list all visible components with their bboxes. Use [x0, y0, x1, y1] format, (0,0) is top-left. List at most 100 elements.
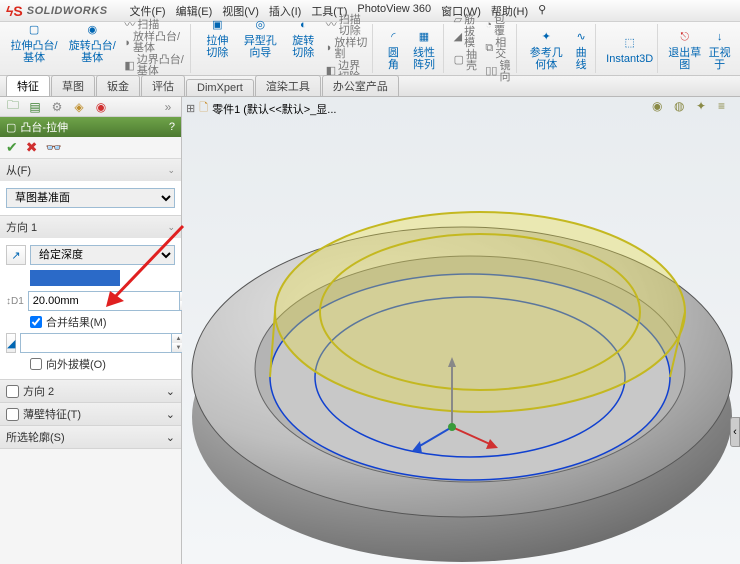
- graphics-viewport[interactable]: ⊞ 🗋 零件1 (默认<<默认>_显... ◉ ◍ ✦ ≡: [182, 97, 740, 564]
- draft-icon[interactable]: ◢: [6, 333, 16, 353]
- fillet-label: 圆角: [383, 47, 403, 71]
- section-contours-label: 所选轮廓(S): [6, 429, 65, 445]
- exit-sketch-label: 退出草图: [668, 47, 701, 71]
- revolve-cut-icon: ◐: [293, 15, 313, 35]
- decal-icon[interactable]: ✦: [696, 99, 712, 115]
- scene-icon[interactable]: ◍: [674, 99, 690, 115]
- section-from: 从(F) ⌄ 草图基准面: [0, 159, 181, 216]
- hole-icon: ◎: [250, 15, 270, 35]
- revolve-cut-label: 旋转切除: [287, 35, 320, 59]
- viewport-tools: ◉ ◍ ✦ ≡: [652, 99, 734, 115]
- tab-display-mgr[interactable]: ◉: [92, 99, 110, 115]
- dir2-checkbox[interactable]: [6, 385, 19, 398]
- property-manager: 🗀 ▤ ⚙ ◈ ◉ » ▢ 凸台-拉伸 ? ✔ ✖ 👓 从(F) ⌄: [0, 97, 182, 564]
- tab-dimxpert[interactable]: DimXpert: [186, 79, 254, 96]
- instant3d-label: Instant3D: [606, 53, 653, 65]
- tab-overflow[interactable]: »: [159, 99, 177, 115]
- section-selected-contours[interactable]: 所选轮廓(S) ⌄: [0, 426, 181, 449]
- more-icon[interactable]: ≡: [718, 99, 734, 115]
- tool-group-feat: ◜ 圆角 ▦ 线性阵列: [379, 24, 443, 73]
- help-icon[interactable]: ?: [169, 121, 175, 133]
- command-tabs: 特征 草图 钣金 评估 DimXpert 渲染工具 办公室产品: [0, 76, 740, 97]
- extrude-feature-icon: ▢: [6, 121, 16, 134]
- pattern-label: 线性阵列: [409, 47, 438, 71]
- draft-outward-label: 向外拔模(O): [46, 356, 106, 372]
- tool-group-i3d: ⬚ Instant3D: [602, 24, 658, 73]
- extrude-cut-button[interactable]: ▣ 拉伸切除: [201, 15, 234, 83]
- document-name[interactable]: 零件1 (默认<<默认>_显...: [212, 101, 336, 117]
- sweep-button[interactable]: 〰扫描: [124, 20, 186, 31]
- revolve-cut-button[interactable]: ◐ 旋转切除: [287, 15, 320, 83]
- app-name: SOLIDWORKS: [27, 5, 108, 17]
- section-from-label: 从(F): [6, 162, 31, 178]
- tab-sheetmetal[interactable]: 钣金: [96, 75, 140, 96]
- workspace: 🗀 ▤ ⚙ ◈ ◉ » ▢ 凸台-拉伸 ? ✔ ✖ 👓 从(F) ⌄: [0, 97, 740, 564]
- titlebar: ϟS SOLIDWORKS 文件(F) 编辑(E) 视图(V) 插入(I) 工具…: [0, 0, 740, 22]
- depth-icon: ↕D1: [6, 291, 24, 311]
- loft-cut-button[interactable]: ◗放样切割: [326, 38, 369, 60]
- merge-result-checkbox[interactable]: 合并结果(M): [30, 314, 107, 330]
- normal-to-button[interactable]: ↓ 正视于: [707, 27, 732, 71]
- instant3d-button[interactable]: ⬚ Instant3D: [606, 33, 653, 65]
- exit-sketch-button[interactable]: ⎋ 退出草图: [668, 27, 701, 71]
- extrude-boss-button[interactable]: ▢ 拉伸凸台/基体: [8, 20, 60, 77]
- refgeom-button[interactable]: ✦ 参考几何体: [527, 27, 565, 71]
- tab-features[interactable]: 特征: [6, 75, 50, 96]
- section-dir2-label: 方向 2: [23, 383, 54, 399]
- refgeom-label: 参考几何体: [527, 47, 565, 71]
- pattern-button[interactable]: ▦ 线性阵列: [409, 27, 438, 71]
- model-canvas[interactable]: [182, 127, 740, 564]
- sweep-cut-button[interactable]: 〰扫描切除: [326, 15, 369, 37]
- tab-sketch[interactable]: 草图: [51, 75, 95, 96]
- intersect-button[interactable]: ⧉相交: [485, 38, 512, 60]
- section-direction1: 方向 1 ⌄ ↗ 给定深度 ↕D1 ▲▼: [0, 216, 181, 380]
- fillet-button[interactable]: ◜ 圆角: [383, 27, 403, 71]
- document-breadcrumb: ⊞ 🗋 零件1 (默认<<默认>_显...: [186, 99, 336, 118]
- wrap-button[interactable]: ◔包覆: [485, 15, 512, 37]
- spacer: [6, 268, 26, 288]
- tab-evaluate[interactable]: 评估: [141, 75, 185, 96]
- from-select[interactable]: 草图基准面: [6, 188, 175, 208]
- tab-feature-tree[interactable]: 🗀: [4, 99, 22, 115]
- tab-dimxpert-mgr[interactable]: ◈: [70, 99, 88, 115]
- direction-icon[interactable]: ↗: [6, 245, 26, 265]
- tab-property-mgr[interactable]: ▤: [26, 99, 44, 115]
- tab-config-mgr[interactable]: ⚙: [48, 99, 66, 115]
- appearance-icon[interactable]: ◉: [652, 99, 668, 115]
- exit-sketch-icon: ⎋: [675, 27, 695, 47]
- hole-wizard-button[interactable]: ◎ 异型孔向导: [240, 15, 281, 83]
- cancel-button[interactable]: ✖: [26, 139, 38, 156]
- menu-file[interactable]: 文件(F): [126, 1, 170, 21]
- tree-expand-icon[interactable]: ⊞: [186, 102, 195, 115]
- draft-button[interactable]: ◢拔模: [454, 27, 480, 49]
- tab-office[interactable]: 办公室产品: [322, 75, 399, 96]
- normal-to-label: 正视于: [707, 47, 732, 71]
- shell-button[interactable]: ▢抽壳: [454, 50, 480, 72]
- preview-button[interactable]: 👓: [45, 140, 61, 156]
- end-condition-select[interactable]: 给定深度: [30, 245, 175, 265]
- section-from-header[interactable]: 从(F) ⌄: [0, 159, 181, 181]
- tab-render[interactable]: 渲染工具: [255, 75, 321, 96]
- revolve-boss-button[interactable]: ◉ 旋转凸台/基体: [66, 20, 118, 77]
- menu-pin[interactable]: ⚲: [534, 1, 550, 21]
- draft-angle-input[interactable]: [20, 333, 171, 353]
- model-svg: [182, 127, 740, 564]
- ok-button[interactable]: ✔: [6, 139, 18, 156]
- collapse-icon: ⌄: [167, 222, 175, 233]
- expand-icon: ⌄: [166, 385, 175, 398]
- draft-outward-checkbox[interactable]: 向外拔模(O): [30, 356, 106, 372]
- task-pane-handle[interactable]: ‹: [730, 417, 740, 447]
- depth-input[interactable]: [28, 291, 179, 311]
- curves-button[interactable]: ∿ 曲线: [571, 27, 591, 71]
- section-direction2[interactable]: 方向 2 ⌄: [0, 380, 181, 403]
- boundary-button[interactable]: ◧边界凸台/基体: [124, 55, 186, 77]
- loft-button[interactable]: ◗放样凸台/基体: [124, 32, 186, 54]
- mirror-button[interactable]: ▯▯镜向: [485, 61, 512, 83]
- section-thin-feature[interactable]: 薄壁特征(T) ⌄: [0, 403, 181, 426]
- rib-button[interactable]: ▱筋: [454, 15, 480, 26]
- section-thin-label: 薄壁特征(T): [23, 406, 81, 422]
- direction-vector-field[interactable]: [30, 270, 120, 286]
- expand-icon: ⌄: [166, 431, 175, 444]
- section-dir1-header[interactable]: 方向 1 ⌄: [0, 216, 181, 238]
- thin-checkbox[interactable]: [6, 408, 19, 421]
